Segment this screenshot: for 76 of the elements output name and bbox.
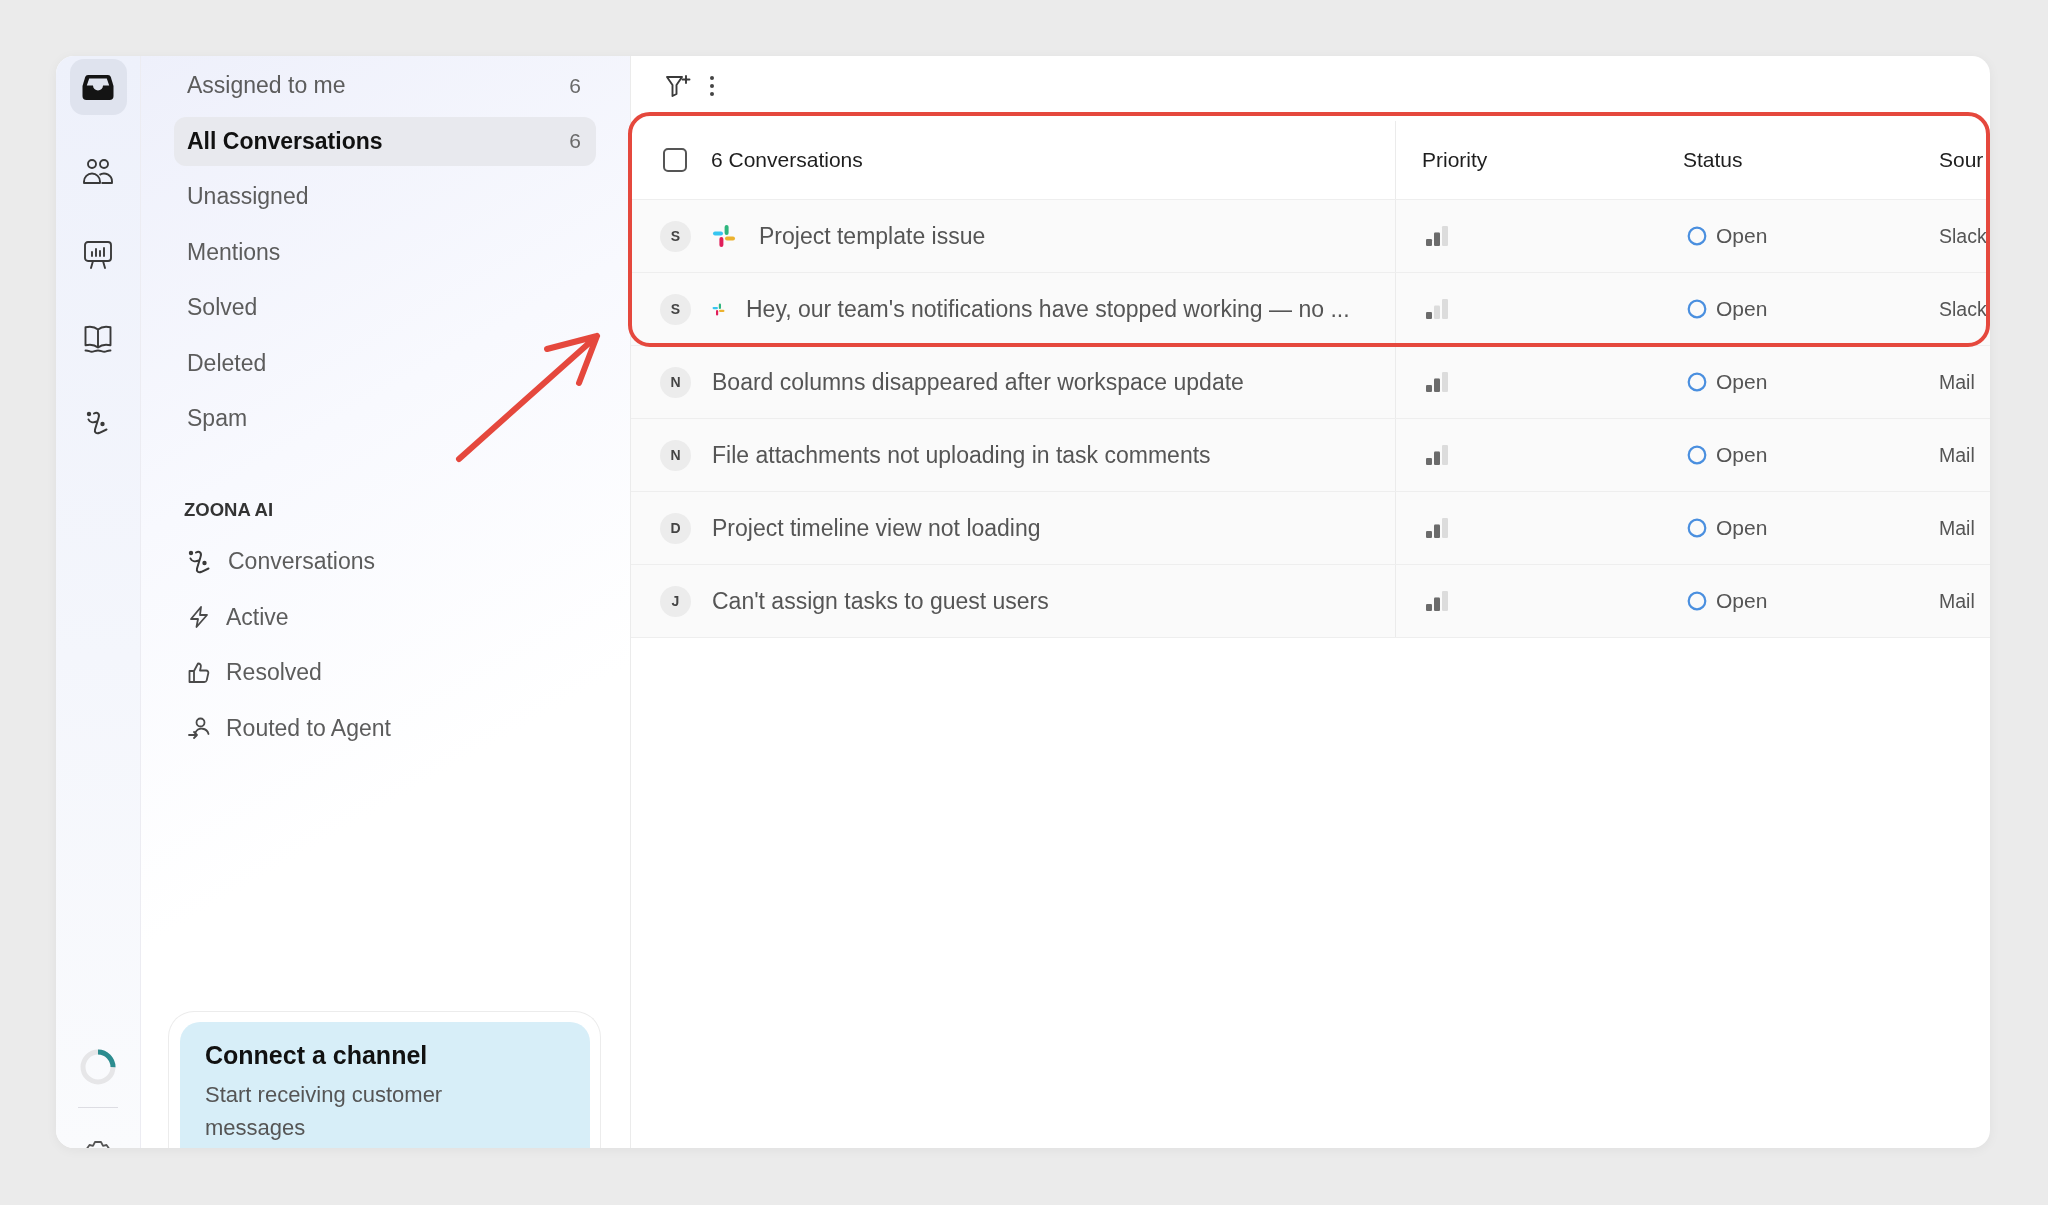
- column-header[interactable]: Priority: [1422, 148, 1488, 172]
- sidebar-item[interactable]: Mentions: [174, 227, 596, 277]
- status-label: Open: [1716, 297, 1768, 321]
- inbox-icon: [82, 74, 114, 100]
- thumbs-up-icon: [187, 660, 211, 685]
- promo-card[interactable]: Connect a channel Start receiving customer messages: [180, 1022, 590, 1148]
- status-label: Open: [1716, 516, 1768, 540]
- conversation-title: File attachments not uploading in task comments: [712, 441, 1211, 469]
- sidebar-item[interactable]: Solved: [174, 283, 596, 332]
- hash-logo-icon: [712, 224, 736, 248]
- table-cell: Slack: [1939, 297, 1987, 321]
- sidebar-item[interactable]: Deleted: [174, 338, 596, 388]
- sidebar-item[interactable]: Unassigned: [174, 172, 596, 221]
- status-circle-icon: [1687, 372, 1707, 392]
- promo-title: Connect a channel: [205, 1040, 429, 1070]
- conversation-title: Can't assign tasks to guest users: [712, 587, 1049, 615]
- nav-rail-button[interactable]: [69, 59, 127, 115]
- presentation-board-icon: [83, 240, 113, 270]
- conversation-row[interactable]: N Board columns disappeared after workspace update Open Mail: [631, 346, 1990, 419]
- avatar-initial: D: [660, 512, 691, 544]
- sidebar-item[interactable]: Routed to Agent: [187, 703, 596, 753]
- sidebar-item[interactable]: Active: [187, 592, 596, 642]
- person-arrow-icon: [187, 716, 211, 740]
- sidebar-item[interactable]: Resolved: [187, 648, 596, 697]
- status-circle-icon: [1687, 226, 1707, 246]
- promo-text: Start receiving customer messages: [205, 1081, 444, 1142]
- select-all-checkbox[interactable]: [663, 148, 687, 172]
- conversation-title: Board columns disappeared after workspace update: [712, 368, 1244, 396]
- item-count: 6: [569, 129, 581, 153]
- table-cell: Mail: [1939, 589, 1975, 613]
- conversation-title: Project timeline view not loading: [712, 514, 1041, 542]
- sidebar-item[interactable]: All Conversations 6: [174, 116, 596, 166]
- item-count: 6: [569, 73, 581, 98]
- open-book-icon: [83, 324, 113, 354]
- status-label: Open: [1716, 589, 1768, 613]
- conversation-row[interactable]: S Hey, our team's notifications have stopped working — no ... Open Slack: [631, 273, 1990, 346]
- filter-plus-icon: [665, 73, 691, 98]
- conversation-row[interactable]: N File attachments not uploading in task comments Open Mail: [631, 419, 1990, 492]
- status-circle-icon: [1687, 518, 1707, 538]
- hash-logo-icon: [712, 302, 725, 316]
- status-circle-icon: [1687, 445, 1707, 465]
- sidebar-item[interactable]: Conversations: [187, 537, 596, 586]
- column-header[interactable]: 6 Conversations: [711, 148, 863, 172]
- priority-meter: [1426, 372, 1448, 392]
- more-icon: [709, 74, 715, 97]
- lightning-icon: [187, 605, 211, 629]
- priority-meter: [1426, 299, 1448, 319]
- conversation-title: Hey, our team's notifications have stopped working — no ...: [746, 295, 1350, 323]
- status-circle-icon: [1687, 299, 1707, 319]
- priority-meter: [1426, 226, 1448, 246]
- sidebar-item[interactable]: Assigned to me 6: [174, 61, 596, 110]
- table-cell: Mail: [1939, 516, 1975, 540]
- section-heading: ZOONA AI: [184, 499, 275, 521]
- avatar-initial: N: [660, 439, 691, 471]
- column-header[interactable]: Status: [1683, 148, 1743, 172]
- status-circle-icon: [1687, 591, 1707, 611]
- column-header[interactable]: Sour: [1939, 148, 1984, 172]
- status-label: Open: [1716, 370, 1768, 394]
- priority-meter: [1426, 518, 1448, 538]
- table-cell: Mail: [1939, 370, 1975, 394]
- avatar-initial: S: [660, 220, 691, 252]
- conversation-row[interactable]: J Can't assign tasks to guest users Open Mail: [631, 565, 1990, 638]
- progress-ring: [78, 1047, 118, 1087]
- status-label: Open: [1716, 224, 1768, 248]
- status-label: Open: [1716, 443, 1768, 467]
- conversation-row[interactable]: D Project timeline view not loading Open Mail: [631, 492, 1990, 565]
- sidebar-item[interactable]: Spam: [174, 394, 596, 443]
- priority-meter: [1426, 445, 1448, 465]
- avatar-initial: N: [660, 366, 691, 398]
- avatar-initial: J: [660, 585, 691, 617]
- table-cell: Slack: [1939, 224, 1987, 248]
- priority-meter: [1426, 591, 1448, 611]
- table-cell: Mail: [1939, 443, 1975, 467]
- avatar-initial: S: [660, 293, 691, 325]
- conversation-title: Project template issue: [759, 222, 986, 250]
- people-icon: [82, 157, 114, 185]
